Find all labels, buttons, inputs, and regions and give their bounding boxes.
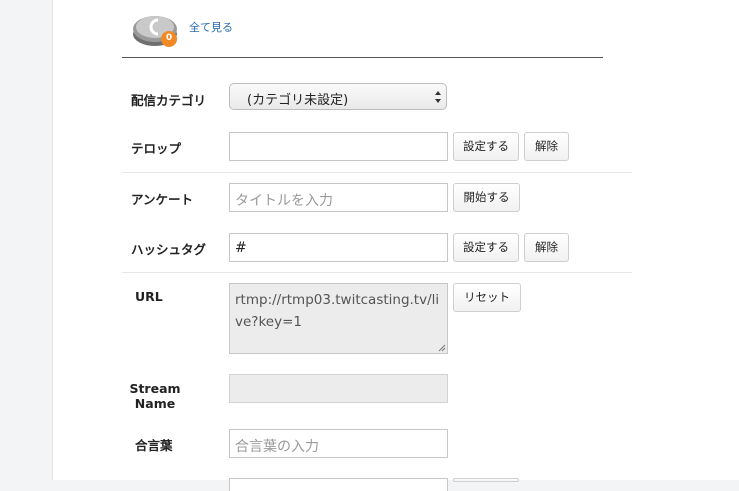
telop-label: テロップ — [131, 141, 182, 156]
telop-set-button[interactable]: 設定する — [453, 132, 519, 161]
section-divider — [122, 272, 632, 273]
telop-clear-button[interactable]: 解除 — [524, 132, 569, 161]
settings-panel: 0 全て見る 配信カテゴリ (カテゴリ未設定) テロップ 設定する 解除 アンケ… — [52, 0, 739, 491]
hashtag-set-button[interactable]: 設定する — [453, 233, 519, 262]
survey-label: アンケート — [131, 192, 194, 207]
stream-name-input[interactable] — [229, 374, 448, 403]
password-input[interactable]: 合言葉の入力 — [229, 429, 448, 458]
select-arrows-icon — [435, 91, 441, 103]
hashtag-input[interactable]: # — [229, 233, 448, 262]
url-label: URL — [135, 289, 163, 304]
url-textarea[interactable]: rtmp://rtmp03.twitcasting.tv/live?key=1 — [229, 283, 448, 354]
category-label: 配信カテゴリ — [131, 93, 207, 108]
resize-grip-icon[interactable] — [438, 344, 446, 352]
password-label: 合言葉 — [135, 438, 173, 453]
hashtag-clear-button[interactable]: 解除 — [524, 233, 569, 262]
category-select[interactable]: (カテゴリ未設定) — [229, 83, 447, 110]
telop-input[interactable] — [229, 132, 448, 161]
survey-title-input[interactable]: タイトルを入力 — [229, 183, 448, 212]
section-divider — [122, 172, 632, 173]
see-all-link[interactable]: 全て見る — [189, 19, 233, 35]
stream-name-label-line2: Name — [134, 396, 176, 411]
next-row-button-partial[interactable] — [453, 478, 519, 482]
survey-start-button[interactable]: 開始する — [453, 183, 520, 212]
url-reset-button[interactable]: リセット — [453, 283, 521, 312]
stream-name-label: Stream Name — [127, 381, 183, 411]
header-divider — [122, 57, 603, 58]
coin-badge-count: 0 — [165, 33, 173, 43]
category-selected-value: (カテゴリ未設定) — [247, 93, 349, 108]
url-value: rtmp://rtmp03.twitcasting.tv/live?key=1 — [235, 292, 440, 330]
stream-name-label-line1: Stream — [129, 381, 181, 396]
coin-icon — [133, 16, 177, 47]
hashtag-label: ハッシュタグ — [131, 242, 207, 257]
